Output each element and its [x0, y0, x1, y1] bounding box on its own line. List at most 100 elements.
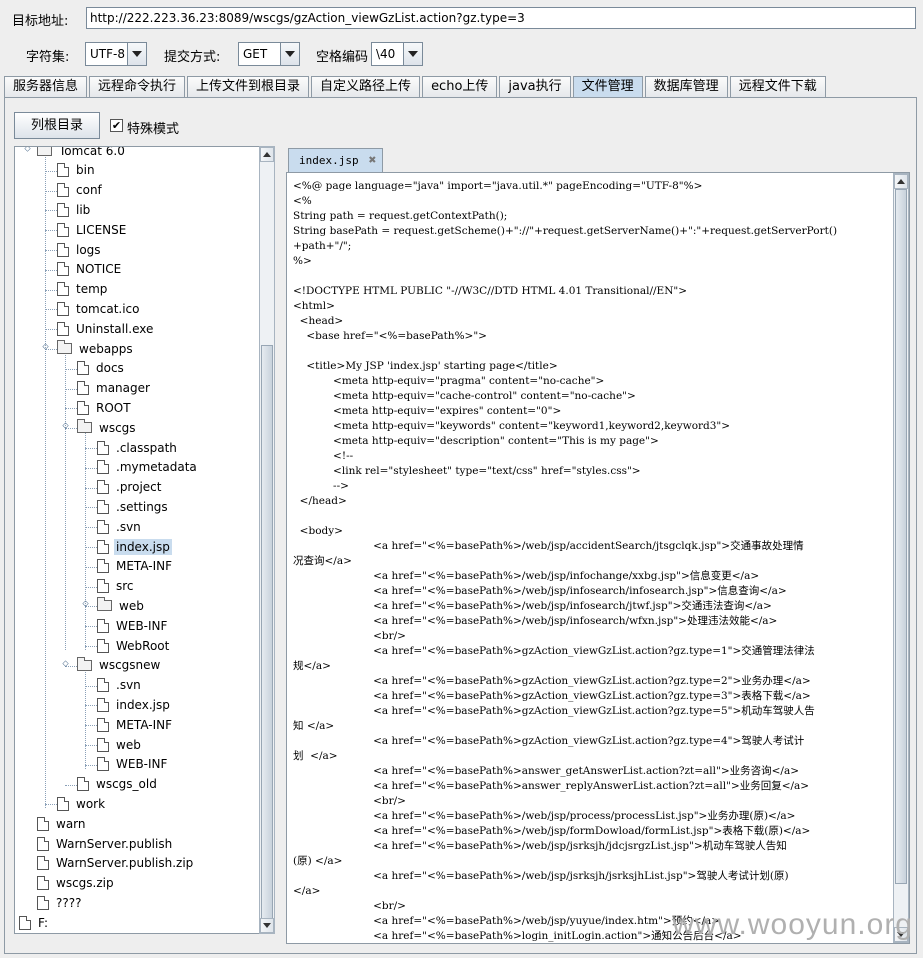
tab-8[interactable]: 远程文件下载: [729, 76, 826, 98]
tab-1[interactable]: 远程命令执行: [89, 76, 186, 98]
tree-node[interactable]: ROOT: [77, 398, 133, 417]
tree-node[interactable]: .project: [97, 478, 163, 497]
tree-node-label: tomcat.ico: [76, 301, 140, 316]
editor-tab[interactable]: index.jsp ✖: [288, 148, 383, 172]
tree-toggle-icon[interactable]: ⬦: [61, 659, 70, 669]
tree-node[interactable]: webapps: [57, 339, 135, 358]
tree-node[interactable]: LICENSE: [57, 220, 128, 239]
special-mode-checkbox[interactable]: ✔: [110, 119, 123, 132]
tree-node[interactable]: META-INF: [97, 715, 174, 734]
tree-node[interactable]: .mymetadata: [97, 458, 199, 477]
tab-6[interactable]: 文件管理: [572, 76, 643, 98]
tree-node[interactable]: NOTICE: [57, 260, 123, 279]
tree-scrollbar[interactable]: [259, 146, 275, 934]
tree-node-label: warn: [56, 816, 86, 831]
file-tree[interactable]: ⬦ Tomcat 6.0 bin conf lib LICENSE logs NOTICE te…: [14, 146, 260, 934]
tab-4[interactable]: echo上传: [422, 76, 498, 98]
tab-3[interactable]: 自定义路径上传: [311, 76, 421, 98]
file-icon: [77, 777, 89, 792]
tree-node[interactable]: lib: [57, 200, 92, 219]
tree-node[interactable]: wscgs.zip: [37, 874, 116, 893]
list-root-button[interactable]: 列根目录: [14, 112, 100, 139]
file-icon: [97, 737, 109, 752]
tree-toggle-icon[interactable]: ⬦: [23, 147, 32, 154]
tab-7[interactable]: 数据库管理: [644, 76, 728, 98]
tree-node[interactable]: WarnServer.publish: [37, 834, 174, 853]
scroll-up-arrow-icon[interactable]: [894, 174, 908, 189]
chevron-down-icon[interactable]: [280, 43, 299, 65]
tree-node[interactable]: conf: [57, 181, 104, 200]
file-icon: [57, 222, 69, 237]
tree-node[interactable]: web: [97, 596, 146, 615]
close-icon[interactable]: ✖: [369, 153, 377, 168]
tree-node[interactable]: wscgsnew: [77, 656, 162, 675]
tree-node[interactable]: web: [97, 735, 143, 754]
file-icon: [97, 697, 109, 712]
file-icon: [37, 895, 49, 910]
tree-node-label: WarnServer.publish: [56, 836, 173, 851]
tree-node[interactable]: F:: [19, 913, 50, 932]
tree-node[interactable]: WebRoot: [97, 636, 171, 655]
tree-guide-line: [85, 432, 86, 650]
tree-node[interactable]: bin: [57, 161, 97, 180]
tree-node[interactable]: warn: [37, 814, 88, 833]
scroll-down-arrow-icon[interactable]: [260, 918, 274, 933]
charset-select[interactable]: UTF-8: [85, 42, 147, 66]
file-icon: [97, 480, 109, 495]
code-editor[interactable]: <%@ page language="java" import="java.ut…: [286, 172, 910, 944]
tab-2[interactable]: 上传文件到根目录: [187, 76, 310, 98]
file-icon: [97, 638, 109, 653]
folder-icon: [77, 419, 92, 434]
tree-guide-line: [65, 353, 66, 650]
tree-node[interactable]: docs: [77, 359, 126, 378]
tree-node[interactable]: wscgs_old: [77, 775, 159, 794]
tree-node[interactable]: WEB-INF: [97, 616, 169, 635]
chevron-down-icon[interactable]: [403, 43, 422, 65]
tree-node-label: webapps: [79, 341, 133, 356]
tree-node[interactable]: WarnServer.publish.zip: [37, 854, 195, 873]
space-encoding-select[interactable]: \40: [371, 42, 423, 66]
tree-node[interactable]: .svn: [97, 517, 143, 536]
target-url-input[interactable]: http://222.223.36.23:8089/wscgs/gzAction…: [86, 7, 916, 29]
tree-node[interactable]: .svn: [97, 676, 143, 695]
tree-node-label: web: [119, 598, 144, 613]
tree-node[interactable]: manager: [77, 379, 152, 398]
tree-toggle-icon[interactable]: ⬦: [81, 599, 90, 609]
tree-node[interactable]: Uninstall.exe: [57, 319, 155, 338]
tree-node[interactable]: Tomcat 6.0: [37, 147, 127, 160]
main-tabs: 服务器信息 远程命令执行 上传文件到根目录 自定义路径上传 echo上传 java执行 文件…: [4, 76, 828, 98]
tree-node-label: lib: [76, 202, 91, 217]
tree-node[interactable]: index.jsp: [97, 537, 172, 556]
file-icon: [37, 876, 49, 891]
tree-node[interactable]: logs: [57, 240, 103, 259]
tree-toggle-icon[interactable]: ⬦: [61, 421, 70, 431]
tree-node[interactable]: wscgs: [77, 418, 138, 437]
tree-node[interactable]: META-INF: [97, 557, 174, 576]
method-select[interactable]: GET: [238, 42, 300, 66]
tree-node[interactable]: work: [57, 794, 107, 813]
folder-icon: [57, 340, 72, 354]
file-icon: [57, 202, 69, 217]
tree-node[interactable]: tomcat.ico: [57, 299, 141, 318]
file-icon: [57, 183, 69, 198]
tab-5[interactable]: java执行: [499, 76, 571, 98]
tree-node-label: .project: [116, 480, 162, 495]
tree-node[interactable]: .classpath: [97, 438, 179, 457]
tree-node[interactable]: src: [97, 577, 136, 596]
tree-node[interactable]: WEB-INF: [97, 755, 169, 774]
tree-node[interactable]: index.jsp: [97, 695, 172, 714]
code-content[interactable]: <%@ page language="java" import="java.ut…: [293, 179, 891, 943]
splitter[interactable]: [277, 146, 284, 934]
chevron-down-icon[interactable]: [127, 43, 146, 65]
tree-toggle-icon[interactable]: ⬦: [41, 342, 50, 352]
tree-node[interactable]: ????: [37, 893, 83, 912]
tree-node[interactable]: .settings: [97, 497, 170, 516]
file-icon: [97, 618, 109, 633]
tab-0[interactable]: 服务器信息: [4, 76, 88, 98]
editor-scrollbar[interactable]: [893, 173, 909, 943]
file-icon: [97, 717, 109, 732]
tree-scrollbar-thumb[interactable]: [261, 345, 273, 919]
editor-scrollbar-thumb[interactable]: [895, 189, 907, 884]
scroll-up-arrow-icon[interactable]: [260, 147, 274, 162]
tree-node[interactable]: temp: [57, 280, 109, 299]
